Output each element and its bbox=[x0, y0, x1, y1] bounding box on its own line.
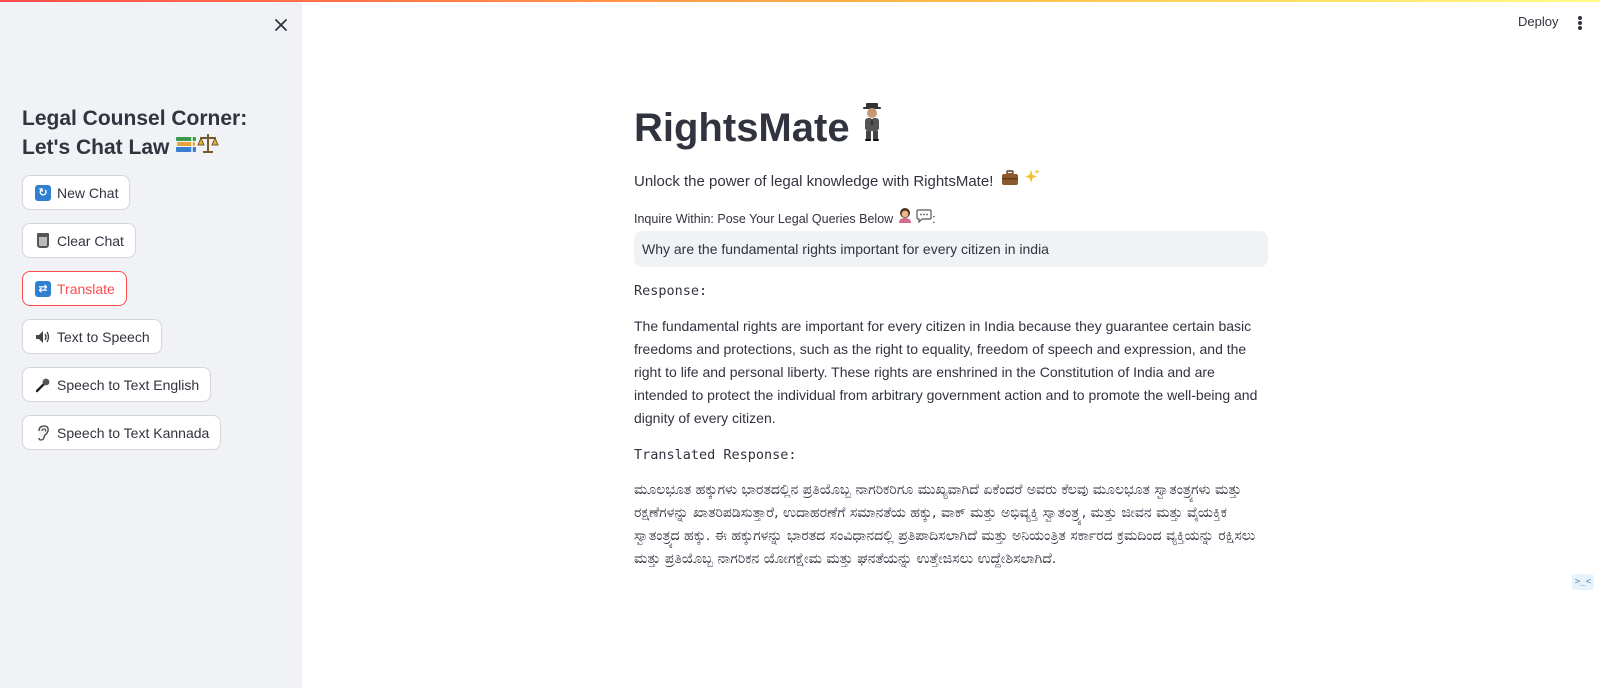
microphone-icon bbox=[35, 377, 51, 393]
text-to-speech-label: Text to Speech bbox=[57, 328, 150, 345]
main-menu-button[interactable] bbox=[1576, 13, 1584, 33]
person-icon bbox=[897, 207, 913, 223]
query-input-label-text: Inquire Within: Pose Your Legal Queries … bbox=[634, 212, 894, 226]
dot bbox=[1578, 26, 1582, 30]
close-sidebar-button[interactable] bbox=[270, 14, 292, 36]
trash-icon bbox=[35, 233, 51, 249]
sparkles-icon bbox=[1023, 168, 1041, 186]
text-to-speech-button[interactable]: Text to Speech bbox=[22, 319, 162, 354]
clear-chat-button[interactable]: Clear Chat bbox=[22, 223, 136, 258]
page-title: RightsMate bbox=[634, 102, 884, 154]
refresh-icon: ↻ bbox=[35, 184, 51, 201]
speech-to-text-english-label: Speech to Text English bbox=[57, 376, 200, 393]
speech-to-text-english-button[interactable]: Speech to Text English bbox=[22, 367, 212, 402]
dot bbox=[1578, 21, 1582, 25]
translated-response-text: ಮೂಲಭೂತ ಹಕ್ಕುಗಳು ಭಾರತದಲ್ಲಿನ ಪ್ರತಿಯೊಬ್ಬ ನಾ… bbox=[634, 482, 1256, 567]
repeat-icon: ⇄ bbox=[35, 280, 51, 297]
subtitle-text: Unlock the power of legal knowledge with… bbox=[634, 173, 994, 190]
new-chat-label: New Chat bbox=[57, 184, 119, 201]
speech-bubble-icon bbox=[916, 209, 932, 223]
sidebar-title: Legal Counsel Corner: Let's Chat Law bbox=[22, 106, 292, 161]
query-input-label-suffix: : bbox=[932, 212, 936, 226]
query-input[interactable] bbox=[634, 231, 1268, 267]
code-toggle-icon[interactable]: >_< bbox=[1572, 574, 1594, 590]
subtitle: Unlock the power of legal knowledge with… bbox=[634, 168, 1041, 190]
businessman-icon bbox=[860, 102, 884, 154]
clear-chat-label: Clear Chat bbox=[57, 232, 124, 249]
top-decoration-bar bbox=[0, 0, 1600, 2]
deploy-button[interactable]: Deploy bbox=[1518, 14, 1558, 34]
ear-icon bbox=[35, 424, 51, 441]
speech-to-text-kannada-label: Speech to Text Kannada bbox=[57, 424, 210, 441]
query-input-label: Inquire Within: Pose Your Legal Queries … bbox=[634, 207, 936, 226]
vertical-dots-icon bbox=[1578, 16, 1582, 20]
close-icon bbox=[275, 19, 287, 31]
response-label: Response: bbox=[634, 283, 708, 299]
new-chat-button[interactable]: ↻ New Chat bbox=[22, 175, 131, 210]
translated-response-label: Translated Response: bbox=[634, 447, 797, 463]
briefcase-icon bbox=[1001, 170, 1019, 186]
response-text: The fundamental rights are important for… bbox=[634, 318, 1258, 426]
speech-to-text-kannada-button[interactable]: Speech to Text Kannada bbox=[22, 415, 222, 450]
scales-icon bbox=[197, 132, 219, 154]
translate-button[interactable]: ⇄ Translate bbox=[22, 271, 127, 306]
page-title-text: RightsMate bbox=[634, 106, 850, 150]
sidebar: Legal Counsel Corner: Let's Chat Law ↻ N… bbox=[0, 0, 302, 688]
books-icon bbox=[175, 134, 197, 154]
translate-label: Translate bbox=[57, 280, 115, 297]
speaker-icon bbox=[35, 329, 51, 345]
